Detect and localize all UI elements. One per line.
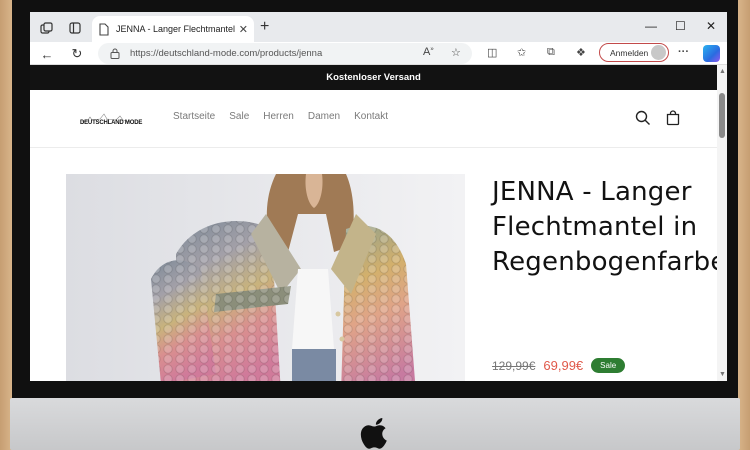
- store-logo[interactable]: DEUTSCHLAND MODE: [80, 110, 142, 130]
- read-aloud-icon[interactable]: A»: [423, 46, 434, 58]
- sale-badge: Sale: [591, 358, 626, 373]
- scroll-up-icon[interactable]: ▲: [719, 68, 726, 75]
- web-page: Kostenloser Versand DEUTSCHLAND MODE Sta…: [30, 65, 717, 381]
- favorite-icon[interactable]: ☆: [451, 46, 461, 59]
- nav-kontakt[interactable]: Kontakt: [354, 111, 388, 122]
- scroll-down-icon[interactable]: ▼: [719, 371, 726, 378]
- back-icon[interactable]: ←: [38, 45, 56, 63]
- tab-title: JENNA - Langer Flechtmantel in Regenboge…: [116, 24, 235, 34]
- copilot-icon[interactable]: [703, 45, 720, 62]
- regular-price: 129,99€: [492, 358, 536, 373]
- price-row: 129,99€ 69,99€ Sale: [492, 358, 626, 373]
- profile-avatar-icon: [651, 45, 666, 60]
- product-image[interactable]: [66, 174, 465, 381]
- signin-button[interactable]: Anmelden: [599, 43, 669, 62]
- sale-price: 69,99€: [543, 358, 584, 373]
- close-icon[interactable]: ✕: [239, 23, 248, 36]
- tab-actions-icon[interactable]: [67, 20, 83, 36]
- cart-icon[interactable]: [665, 110, 681, 126]
- background-wall-left: [0, 0, 12, 450]
- lock-icon: [110, 48, 120, 59]
- tab-bar: JENNA - Langer Flechtmantel in Regenboge…: [30, 12, 727, 42]
- logo-text: DEUTSCHLAND MODE: [80, 120, 143, 126]
- url-text: https://deutschland-mode.com/products/je…: [130, 48, 323, 59]
- window-close-icon[interactable]: ✕: [706, 19, 716, 33]
- nav-damen[interactable]: Damen: [308, 111, 340, 122]
- nav-startseite[interactable]: Startseite: [173, 111, 215, 122]
- more-icon[interactable]: ···: [678, 46, 689, 58]
- nav-sale[interactable]: Sale: [229, 111, 249, 122]
- extensions-icon[interactable]: ❖: [576, 46, 586, 59]
- browser-window: JENNA - Langer Flechtmantel in Regenboge…: [30, 12, 727, 381]
- product-title: JENNA - Langer Flechtmantel in Regenboge…: [492, 177, 717, 277]
- apple-logo-icon: [360, 418, 387, 449]
- new-tab-icon[interactable]: +: [260, 18, 269, 36]
- favorites-icon[interactable]: ✩: [517, 46, 526, 59]
- store-header: DEUTSCHLAND MODE Startseite Sale Herren …: [30, 90, 717, 148]
- scroll-thumb[interactable]: [719, 93, 725, 138]
- minimize-icon[interactable]: —: [645, 19, 657, 33]
- maximize-icon[interactable]: ☐: [675, 19, 686, 33]
- search-icon[interactable]: [635, 110, 651, 126]
- page-icon: [99, 22, 109, 36]
- background-wall-right: [738, 0, 750, 450]
- product-photo: [66, 174, 465, 381]
- announcement-bar: Kostenloser Versand: [30, 65, 717, 90]
- browser-toolbar: ← ↻ https://deutschland-mode.com/product…: [30, 42, 727, 65]
- page-scrollbar[interactable]: ▲ ▼: [717, 65, 727, 381]
- split-screen-icon[interactable]: ◫: [487, 46, 497, 59]
- nav-herren[interactable]: Herren: [263, 111, 294, 122]
- collections-icon[interactable]: ⧉: [547, 46, 555, 59]
- workspaces-icon[interactable]: [38, 20, 54, 36]
- tab-active[interactable]: JENNA - Langer Flechtmantel in Regenboge…: [92, 16, 254, 42]
- refresh-icon[interactable]: ↻: [68, 45, 86, 63]
- address-bar[interactable]: https://deutschland-mode.com/products/je…: [98, 43, 472, 64]
- main-nav: Startseite Sale Herren Damen Kontakt: [173, 111, 388, 122]
- signin-label: Anmelden: [610, 47, 649, 58]
